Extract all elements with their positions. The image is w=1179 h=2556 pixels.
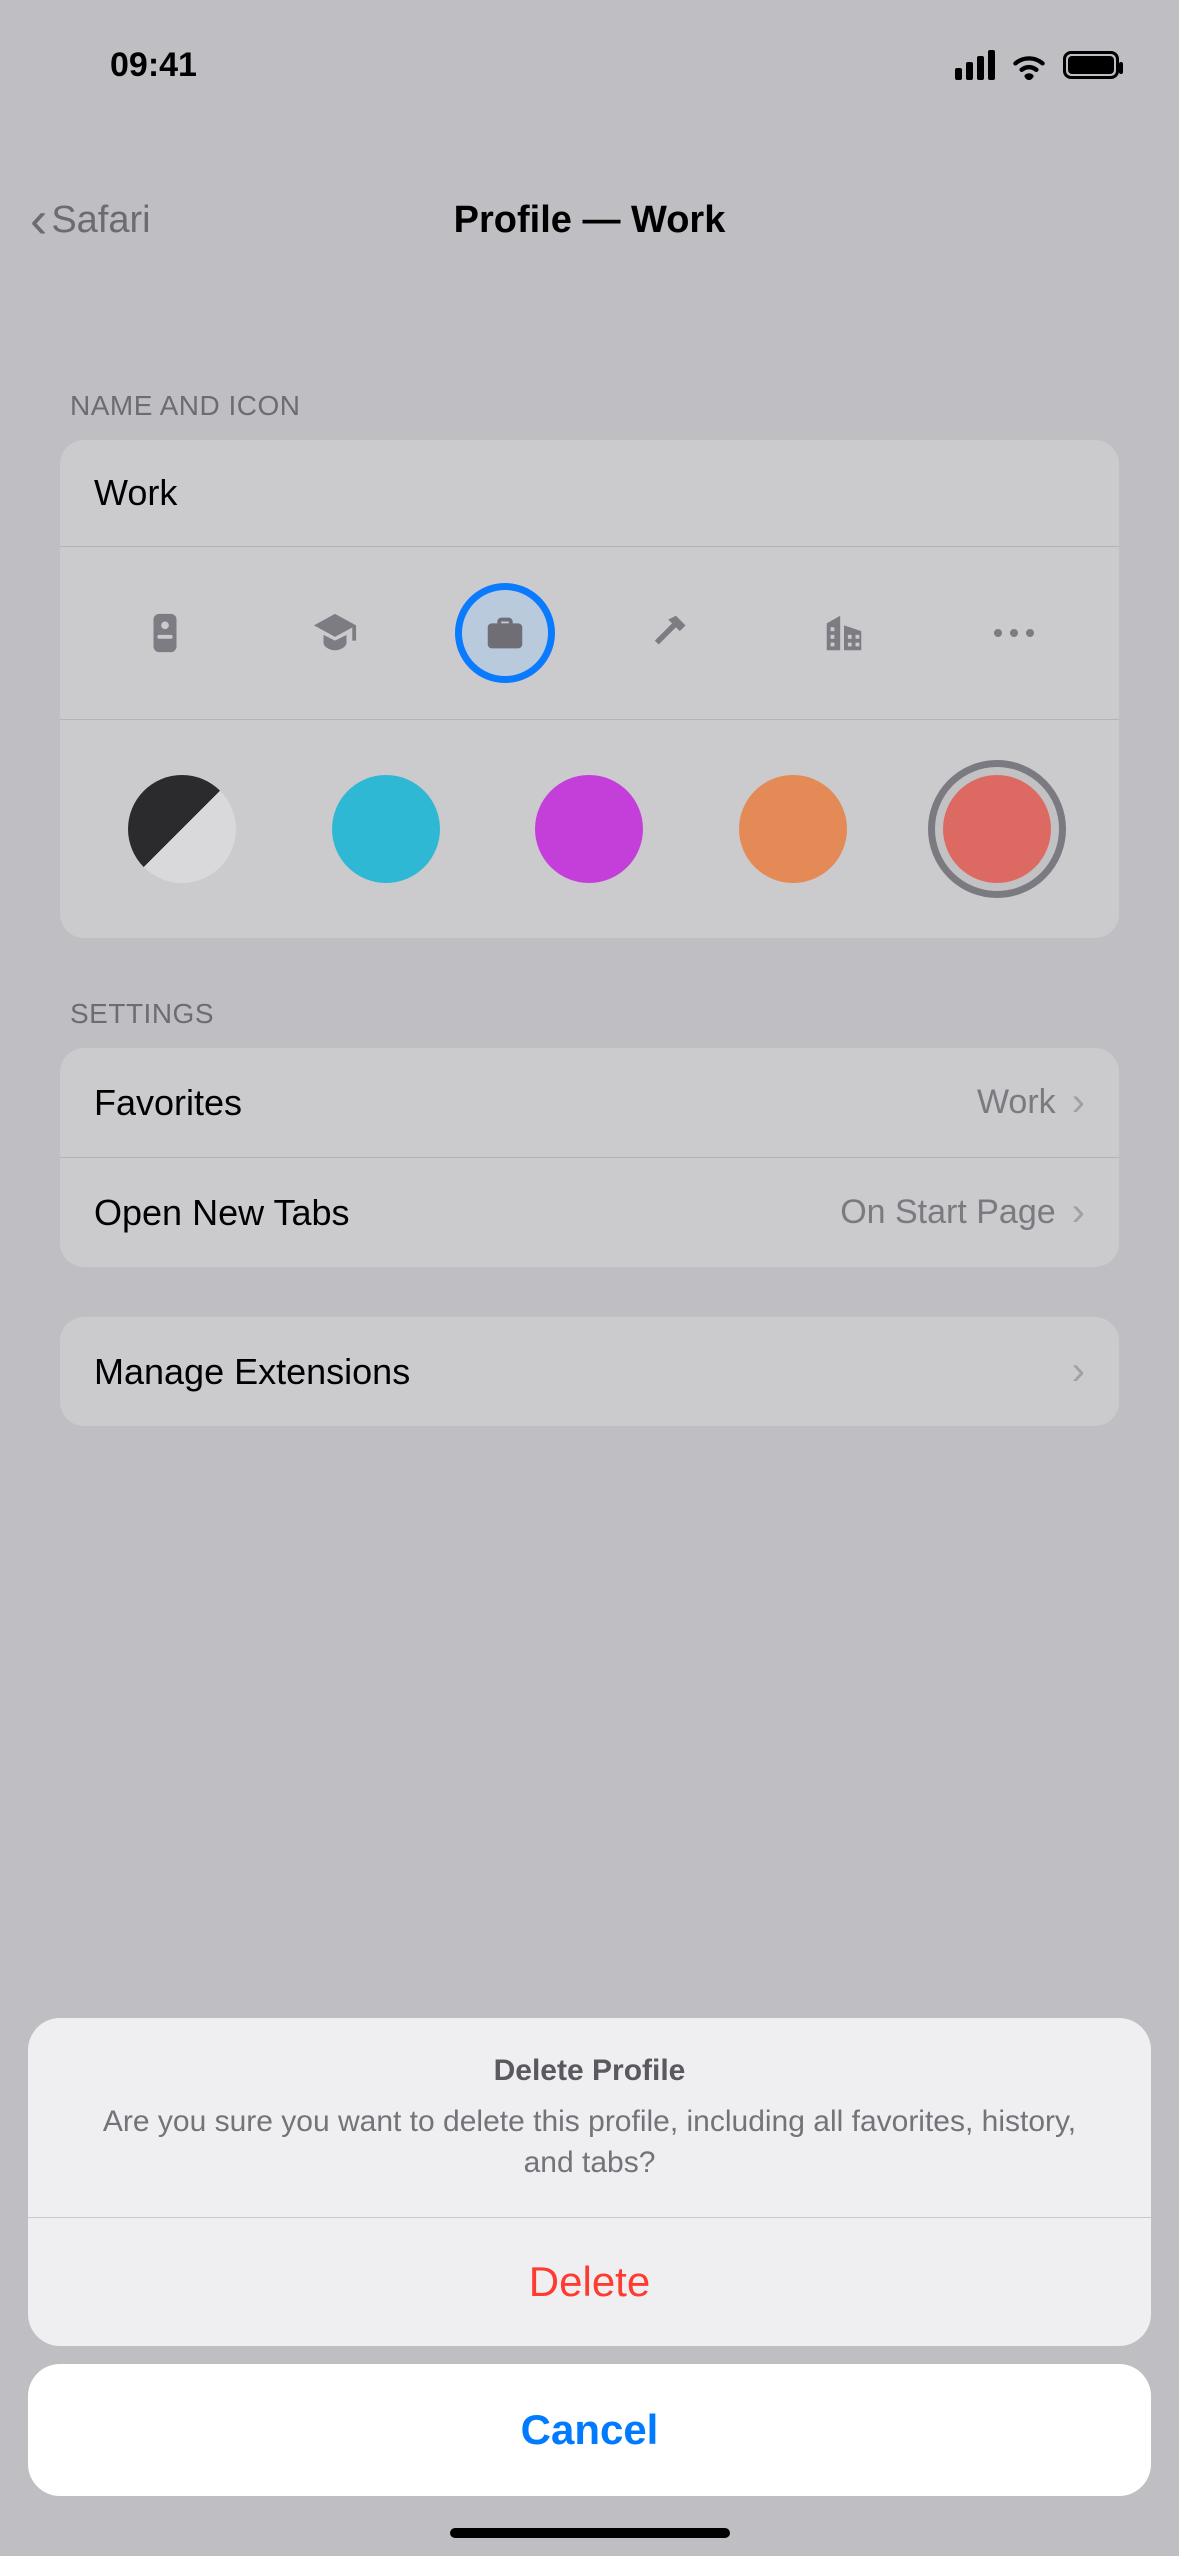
favorites-value: Work: [977, 1083, 1056, 1122]
wifi-icon: [1009, 50, 1049, 80]
navigation-bar: ‹ Safari Profile — Work: [0, 170, 1179, 270]
name-and-icon-card: Work: [60, 440, 1119, 938]
settings-header: SETTINGS: [70, 998, 1119, 1030]
ellipsis-icon: [994, 629, 1034, 637]
name-and-icon-header: NAME AND ICON: [70, 390, 1119, 422]
hammer-icon[interactable]: [624, 583, 724, 683]
status-bar: 09:41: [0, 0, 1179, 130]
open-new-tabs-row[interactable]: Open New Tabs On Start Page ›: [60, 1157, 1119, 1267]
battery-icon: [1063, 51, 1119, 79]
sheet-message: Are you sure you want to delete this pro…: [78, 2102, 1101, 2183]
chevron-right-icon: ›: [1072, 1190, 1085, 1235]
status-time: 09:41: [110, 46, 197, 85]
badge-icon[interactable]: [115, 583, 215, 683]
sheet-title: Delete Profile: [78, 2054, 1101, 2088]
manage-extensions-row[interactable]: Manage Extensions ›: [60, 1317, 1119, 1426]
back-button[interactable]: ‹ Safari: [0, 194, 151, 246]
color-black-white[interactable]: [113, 760, 251, 898]
profile-name-value: Work: [94, 472, 177, 513]
open-new-tabs-label: Open New Tabs: [94, 1192, 349, 1234]
more-icons-button[interactable]: [964, 583, 1064, 683]
sheet-header: Delete Profile Are you sure you want to …: [28, 2018, 1151, 2217]
chevron-right-icon: ›: [1072, 1349, 1085, 1394]
icon-picker-row: [60, 546, 1119, 719]
extensions-card: Manage Extensions ›: [60, 1317, 1119, 1426]
building-icon[interactable]: [794, 583, 894, 683]
open-new-tabs-value: On Start Page: [840, 1193, 1055, 1232]
profile-name-field[interactable]: Work: [60, 440, 1119, 546]
settings-card: Favorites Work › Open New Tabs On Start …: [60, 1048, 1119, 1267]
action-sheet: Delete Profile Are you sure you want to …: [0, 2018, 1179, 2556]
color-orange[interactable]: [724, 760, 862, 898]
page-title: Profile — Work: [0, 199, 1179, 242]
cellular-signal-icon: [955, 50, 995, 80]
color-picker-row: [60, 719, 1119, 938]
favorites-row[interactable]: Favorites Work ›: [60, 1048, 1119, 1157]
cancel-button[interactable]: Cancel: [28, 2364, 1151, 2496]
home-indicator[interactable]: [450, 2528, 730, 2538]
manage-extensions-label: Manage Extensions: [94, 1351, 410, 1393]
graduation-cap-icon[interactable]: [285, 583, 385, 683]
status-indicators: [955, 50, 1119, 80]
color-cyan[interactable]: [317, 760, 455, 898]
back-label: Safari: [51, 199, 150, 242]
briefcase-icon[interactable]: [455, 583, 555, 683]
color-red[interactable]: [928, 760, 1066, 898]
chevron-right-icon: ›: [1072, 1080, 1085, 1125]
color-purple[interactable]: [520, 760, 658, 898]
favorites-label: Favorites: [94, 1082, 242, 1124]
delete-button[interactable]: Delete: [28, 2217, 1151, 2346]
chevron-left-icon: ‹: [30, 194, 47, 246]
delete-profile-sheet: Delete Profile Are you sure you want to …: [28, 2018, 1151, 2346]
